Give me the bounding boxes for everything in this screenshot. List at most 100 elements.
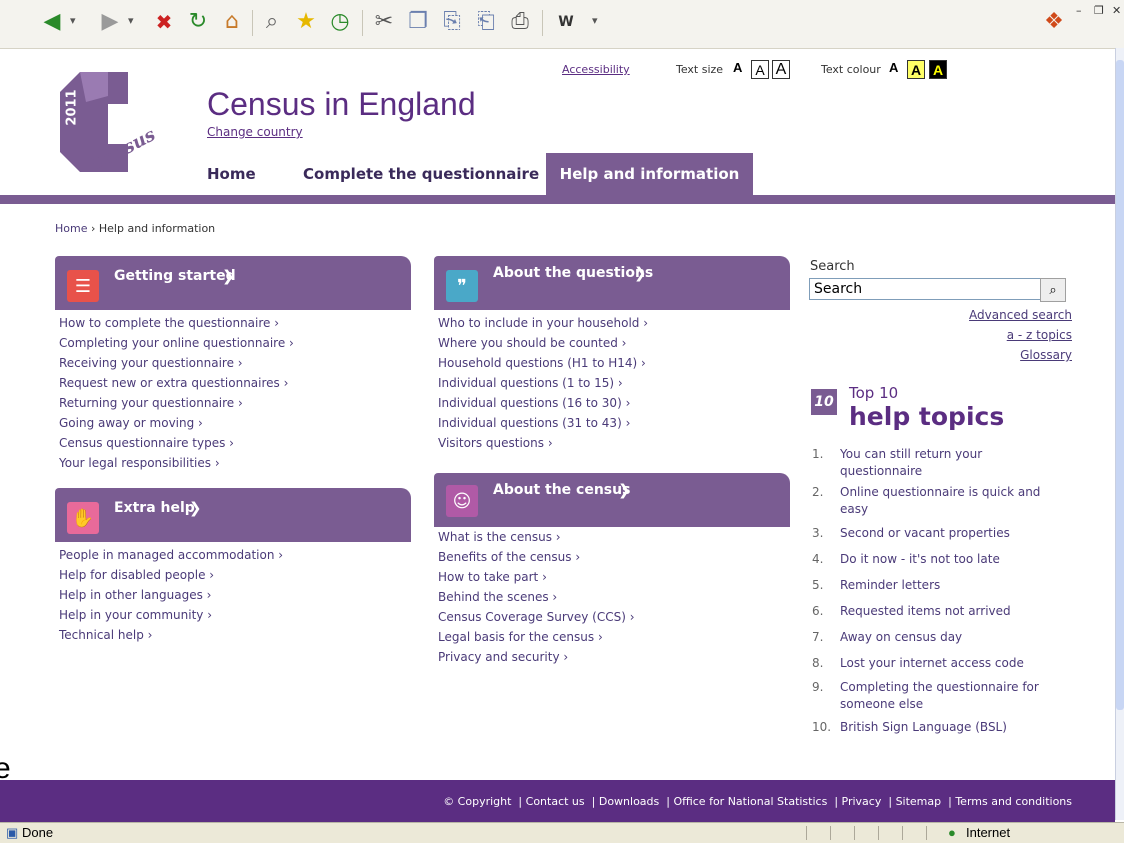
about-census-card[interactable]: ☺ About the census ❯ (434, 473, 790, 527)
top10-item[interactable]: 7. Away on census day (812, 629, 1052, 649)
census-logo[interactable]: 2011 Census (50, 66, 190, 194)
link-privacy-security[interactable]: Privacy and security › (438, 648, 635, 668)
stop-icon[interactable]: ✖ (150, 8, 178, 36)
cut-icon[interactable]: ✂ (370, 8, 398, 36)
az-topics-link[interactable]: a - z topics (1007, 328, 1072, 342)
link-receiving[interactable]: Receiving your questionnaire › (59, 354, 294, 374)
footer-ons[interactable]: Office for National Statistics (673, 795, 827, 808)
top10-item[interactable]: 8. Lost your internet access code (812, 655, 1052, 675)
link-managed-accommodation[interactable]: People in managed accommodation › (59, 546, 283, 566)
person-icon: ☺ (446, 485, 478, 517)
footer-sitemap[interactable]: Sitemap (896, 795, 942, 808)
advanced-search-link[interactable]: Advanced search (969, 308, 1072, 322)
top10-item[interactable]: 1. You can still return your questionnair… (812, 446, 1052, 481)
link-household-questions[interactable]: Household questions (H1 to H14) › (438, 354, 648, 374)
link-going-away[interactable]: Going away or moving › (59, 414, 294, 434)
getting-started-card[interactable]: ☰ Getting started ❯ (55, 256, 411, 310)
favorites-icon[interactable]: ★ (292, 8, 320, 36)
footer-copyright[interactable]: © Copyright (443, 795, 511, 808)
text-size-large[interactable]: A (772, 60, 790, 79)
link-disabled-people[interactable]: Help for disabled people › (59, 566, 283, 586)
link-what-is-census[interactable]: What is the census › (438, 528, 635, 548)
link-returning[interactable]: Returning your questionnaire › (59, 394, 294, 414)
status-text: Done (22, 825, 54, 840)
print-icon[interactable]: ⎙ (506, 8, 534, 36)
link-request-new[interactable]: Request new or extra questionnaires › (59, 374, 294, 394)
glossary-link[interactable]: Glossary (1020, 348, 1072, 362)
link-visitors-questions[interactable]: Visitors questions › (438, 434, 648, 454)
link-individual-31-43[interactable]: Individual questions (31 to 43) › (438, 414, 648, 434)
link-behind-scenes[interactable]: Behind the scenes › (438, 588, 635, 608)
page-icon: ▣ (6, 825, 19, 840)
link-technical-help[interactable]: Technical help › (59, 626, 283, 646)
search-input[interactable] (809, 278, 1043, 300)
word-dropdown-icon[interactable]: ▾ (592, 14, 598, 27)
breadcrumb-home[interactable]: Home (55, 222, 87, 235)
text-colour-label: Text colour (821, 63, 881, 76)
refresh-icon[interactable]: ↻ (184, 8, 212, 36)
paste-icon[interactable]: ⎘ (438, 8, 466, 36)
scrollbar-thumb[interactable] (1116, 60, 1124, 710)
extra-help-card[interactable]: ✋ Extra help ❯ (55, 488, 411, 542)
logo-year: 2011 (64, 89, 80, 126)
link-how-to-complete[interactable]: How to complete the questionnaire › (59, 314, 294, 334)
history-icon[interactable]: ◷ (326, 8, 354, 36)
search-icon[interactable]: ⌕ (258, 8, 286, 36)
link-legal-basis[interactable]: Legal basis for the census › (438, 628, 635, 648)
link-coverage-survey[interactable]: Census Coverage Survey (CCS) › (438, 608, 635, 628)
footer-downloads[interactable]: Downloads (599, 795, 659, 808)
about-questions-links: Who to include in your household › Where… (438, 314, 648, 454)
breadcrumb-separator-icon: › (90, 222, 99, 235)
link-legal-responsibilities[interactable]: Your legal responsibilities › (59, 454, 294, 474)
nav-complete-questionnaire[interactable]: Complete the questionnaire (303, 153, 539, 195)
search-button[interactable]: ⌕ (1040, 278, 1066, 302)
breadcrumb-current: Help and information (98, 222, 216, 235)
nav-home[interactable]: Home (207, 153, 256, 195)
link-how-to-take-part[interactable]: How to take part › (438, 568, 635, 588)
link-benefits[interactable]: Benefits of the census › (438, 548, 635, 568)
close-icon[interactable]: ✕ (1112, 4, 1121, 17)
top10-item[interactable]: 6. Requested items not arrived (812, 603, 1052, 623)
footer-privacy[interactable]: Privacy (842, 795, 882, 808)
text-size-medium[interactable]: A (751, 60, 769, 79)
internet-zone-icon: ● (948, 825, 956, 840)
restore-icon[interactable]: ❐ (1094, 4, 1104, 17)
text-size-small[interactable]: A (733, 60, 742, 75)
top10-item[interactable]: 3. Second or vacant properties (812, 525, 1052, 545)
link-other-languages[interactable]: Help in other languages › (59, 586, 283, 606)
link-community[interactable]: Help in your community › (59, 606, 283, 626)
top10-item[interactable]: 9. Completing the questionnaire for someo… (812, 679, 1052, 715)
about-questions-card[interactable]: ❞ About the questions ❯ (434, 256, 790, 310)
top10-item[interactable]: 4. Do it now - it's not too late (812, 551, 1052, 571)
change-country-link[interactable]: Change country (207, 125, 303, 139)
link-individual-1-15[interactable]: Individual questions (1 to 15) › (438, 374, 648, 394)
text-colour-yellow[interactable]: A (907, 60, 925, 79)
top10-item[interactable]: 10. British Sign Language (BSL) (812, 719, 1052, 739)
link-who-to-include[interactable]: Who to include in your household › (438, 314, 648, 334)
home-icon[interactable]: ⌂ (218, 8, 246, 36)
copy-icon[interactable]: ❐ (404, 8, 432, 36)
link-completing-online[interactable]: Completing your online questionnaire › (59, 334, 294, 354)
footer-terms[interactable]: Terms and conditions (955, 795, 1072, 808)
accessibility-link[interactable]: Accessibility (562, 63, 630, 76)
back-dropdown-icon[interactable]: ▾ (70, 14, 76, 27)
word-icon[interactable]: W (552, 8, 580, 36)
back-icon[interactable]: ◀ (38, 8, 66, 36)
top10-item[interactable]: 5. Reminder letters (812, 577, 1052, 597)
extra-help-title: Extra help (114, 500, 195, 516)
link-questionnaire-types[interactable]: Census questionnaire types › (59, 434, 294, 454)
nav-help-and-information[interactable]: Help and information (546, 153, 753, 195)
magnifier-icon: ⌕ (1049, 282, 1057, 298)
link-individual-16-30[interactable]: Individual questions (16 to 30) › (438, 394, 648, 414)
print-preview-icon[interactable]: ⎗ (472, 8, 500, 36)
link-where-counted[interactable]: Where you should be counted › (438, 334, 648, 354)
text-colour-black[interactable]: A (929, 60, 947, 79)
forward-icon[interactable]: ▶ (96, 8, 124, 36)
text-colour-default[interactable]: A (889, 60, 898, 75)
footer-contact-us[interactable]: Contact us (526, 795, 585, 808)
top10-item[interactable]: 2. Online questionnaire is quick and easy (812, 484, 1052, 520)
toolbar-divider (252, 10, 253, 36)
minimize-icon[interactable]: – (1076, 4, 1082, 17)
forward-dropdown-icon[interactable]: ▾ (128, 14, 134, 27)
page-title: Census in England (207, 86, 476, 122)
